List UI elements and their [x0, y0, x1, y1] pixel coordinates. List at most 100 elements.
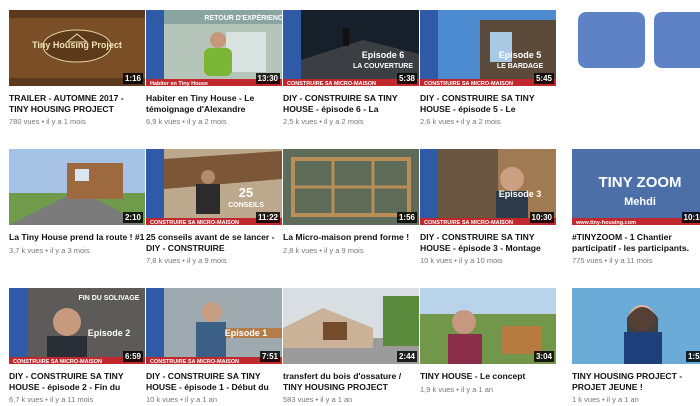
- view-count: 7,8 k vues: [146, 256, 181, 265]
- video-title-link[interactable]: DIY - CONSTRUIRE SA TINY HOUSE - épisode…: [283, 93, 419, 114]
- video-title-link[interactable]: DIY - CONSTRUIRE SA TINY HOUSE - épisode…: [146, 371, 282, 392]
- video-metadata: 1,9 k vues • il y a 1 an: [420, 385, 556, 394]
- view-count: 775 vues: [572, 256, 603, 265]
- thumbnail-overlay-title: Episode 1: [225, 328, 268, 338]
- video-duration: 10:30: [529, 212, 554, 223]
- separator-dot: •: [452, 256, 459, 265]
- video-thumbnail[interactable]: 1:56: [283, 149, 419, 225]
- video-thumbnail[interactable]: 2:44: [283, 288, 419, 364]
- video-title-link[interactable]: DIY - CONSTRUIRE SA TINY HOUSE - épisode…: [420, 232, 556, 253]
- upload-age: il y a 9 mois: [186, 256, 227, 265]
- video-card[interactable]: 2:44 transfert du bois d'ossature / TINY …: [283, 288, 419, 404]
- upload-age: il y a 2 mois: [323, 117, 364, 126]
- video-thumbnail[interactable]: Tiny Housing Project 1:16: [9, 10, 145, 86]
- video-card[interactable]: CONSTRUIRE SA MICRO-MAISON Episode 6 LA CO…: [283, 10, 419, 126]
- view-count: 2,5 k vues: [283, 117, 318, 126]
- upload-age: il y a 1 an: [606, 395, 639, 404]
- thumbnail-overlay-title: TINY ZOOM: [598, 174, 681, 191]
- view-count: 6,7 k vues: [9, 395, 44, 404]
- upload-age: il y a 1 mois: [46, 117, 86, 126]
- video-title-link[interactable]: DIY - CONSTRUIRE SA TINY HOUSE - épisode…: [420, 93, 556, 114]
- channel-band-label: CONSTRUIRE SA MICRO-MAISON: [424, 220, 513, 225]
- video-metadata: 775 vues • il y a 11 mois: [572, 256, 700, 265]
- view-count: 780 vues: [9, 117, 40, 126]
- video-duration: 1:52: [685, 351, 700, 362]
- video-metadata: 7,8 k vues • il y a 9 mois: [146, 256, 282, 265]
- video-thumbnail[interactable]: www.tiny-housing.com TINY ZOOM Mehdi 10:16: [572, 149, 700, 225]
- separator-dot: •: [43, 395, 50, 404]
- video-metadata: 6,9 k vues • il y a 2 mois: [146, 117, 282, 126]
- video-card[interactable]: www.tiny-housing.com TINY ZOOM Mehdi 10:16 #…: [572, 149, 700, 265]
- separator-dot: •: [180, 117, 187, 126]
- video-thumbnail[interactable]: Habiter en Tiny House RETOUR D'EXPÉRIENCE…: [146, 10, 282, 86]
- video-card[interactable]: Habiter en Tiny House RETOUR D'EXPÉRIENCE…: [146, 10, 282, 126]
- video-metadata: 2,5 k vues • il y a 2 mois: [283, 117, 419, 126]
- video-title-link[interactable]: DIY - CONSTRUIRE SA TINY HOUSE - épisode…: [9, 371, 145, 392]
- video-duration: 1:56: [396, 212, 417, 223]
- video-card[interactable]: CONSTRUIRE SA MICRO-MAISON Episode 3 10:30…: [420, 149, 556, 265]
- video-card[interactable]: CONSTRUIRE SA MICRO-MAISON 25 CONSEILS 11:2…: [146, 149, 282, 265]
- video-metadata: 3,7 k vues • il y a 3 mois: [9, 246, 145, 255]
- video-title-link[interactable]: TRAILER - AUTOMNE 2017 - TINY HOUSING PR…: [9, 93, 145, 114]
- upload-age: il y a 2 mois: [186, 117, 227, 126]
- video-metadata: 583 vues • il y a 1 an: [283, 395, 419, 404]
- thumbnail-overlay-title: Tiny Housing Project: [32, 40, 122, 50]
- channel-band-label: CONSTRUIRE SA MICRO-MAISON: [424, 81, 513, 86]
- video-title-link[interactable]: Habiter en Tiny House - Le témoignage d'…: [146, 93, 282, 114]
- video-thumbnail[interactable]: CONSTRUIRE SA MICRO-MAISON Episode 5 LE BA…: [420, 10, 556, 86]
- video-thumbnail[interactable]: CONSTRUIRE SA MICRO-MAISON Episode 2 FIN D…: [9, 288, 145, 364]
- video-card[interactable]: 1:56 La Micro-maison prend forme ! 2,8 k v…: [283, 149, 419, 255]
- video-thumbnail[interactable]: 2:10: [9, 149, 145, 225]
- blue-placeholder-tile[interactable]: [654, 12, 700, 68]
- video-card[interactable]: CONSTRUIRE SA MICRO-MAISON Episode 1 7:51 D…: [146, 288, 282, 404]
- video-card[interactable]: 3:04 TINY HOUSE - Le concept 1,9 k vues • …: [420, 288, 556, 394]
- video-thumbnail[interactable]: 1:52: [572, 288, 700, 364]
- video-title-link[interactable]: La Micro-maison prend forme !: [283, 232, 419, 243]
- video-thumbnail[interactable]: CONSTRUIRE SA MICRO-MAISON Episode 1 7:51: [146, 288, 282, 364]
- video-title-link[interactable]: TINY HOUSING PROJECT - PROJET JEUNE !: [572, 371, 700, 392]
- video-duration: 7:51: [259, 351, 280, 362]
- view-count: 6,9 k vues: [146, 117, 181, 126]
- separator-dot: •: [454, 117, 461, 126]
- video-thumbnail[interactable]: 3:04: [420, 288, 556, 364]
- view-count: 1,9 k vues: [420, 384, 455, 394]
- video-card[interactable]: 2:10 La Tiny House prend la route ! #1 3,7…: [9, 149, 145, 255]
- video-card[interactable]: 1:52 TINY HOUSING PROJECT - PROJET JEUNE …: [572, 288, 700, 404]
- video-duration: 1:16: [122, 73, 143, 84]
- view-count: 1 k vues: [572, 395, 600, 404]
- video-title-link[interactable]: transfert du bois d'ossature / TINY HOUS…: [283, 371, 419, 392]
- video-thumbnail[interactable]: CONSTRUIRE SA MICRO-MAISON Episode 3 10:30: [420, 149, 556, 225]
- video-metadata: 10 k vues • il y a 10 mois: [420, 256, 556, 265]
- video-duration: 5:38: [396, 73, 417, 84]
- video-card[interactable]: CONSTRUIRE SA MICRO-MAISON Episode 5 LE BA…: [420, 10, 556, 126]
- channel-band-label: CONSTRUIRE SA MICRO-MAISON: [287, 81, 376, 86]
- video-duration: 5:45: [533, 73, 554, 84]
- video-title-link[interactable]: #TINYZOOM - 1 Chantier participatif - le…: [572, 232, 700, 253]
- separator-dot: •: [178, 395, 185, 404]
- video-duration: 13:30: [255, 73, 280, 84]
- view-count: 2,8 k vues: [283, 245, 318, 255]
- channel-band-label: CONSTRUIRE SA MICRO-MAISON: [150, 359, 239, 364]
- video-card[interactable]: Tiny Housing Project 1:16 TRAILER - AUTOMN…: [9, 10, 145, 126]
- video-duration: 3:04: [533, 351, 554, 362]
- video-title-link[interactable]: 25 conseils avant de se lancer - DIY - C…: [146, 232, 282, 253]
- separator-dot: •: [454, 384, 461, 394]
- video-duration: 11:22: [255, 212, 280, 223]
- video-grid: Tiny Housing Project 1:16 TRAILER - AUTOMN…: [0, 0, 700, 406]
- upload-age: il y a 3 mois: [49, 245, 90, 255]
- video-thumbnail[interactable]: CONSTRUIRE SA MICRO-MAISON Episode 6 LA CO…: [283, 10, 419, 86]
- video-card[interactable]: CONSTRUIRE SA MICRO-MAISON Episode 2 FIN D…: [9, 288, 145, 404]
- video-title-link[interactable]: La Tiny House prend la route ! #1: [9, 232, 145, 243]
- video-thumbnail[interactable]: CONSTRUIRE SA MICRO-MAISON 25 CONSEILS 11:2…: [146, 149, 282, 225]
- thumbnail-overlay-title: RETOUR D'EXPÉRIENCE: [204, 13, 282, 22]
- video-duration: 10:16: [681, 212, 700, 223]
- thumbnail-overlay-subtitle: FIN DU SOLIVAGE: [79, 295, 140, 302]
- upload-age: il y a 1 an: [184, 395, 218, 404]
- upload-age: il y a 2 mois: [460, 117, 501, 126]
- blue-placeholder-tile[interactable]: [578, 12, 645, 68]
- video-title-link[interactable]: TINY HOUSE - Le concept: [420, 371, 556, 382]
- thumbnail-overlay-subtitle: LA COUVERTURE: [353, 63, 413, 70]
- channel-band-label: www.tiny-housing.com: [575, 220, 636, 225]
- upload-age: il y a 11 mois: [609, 256, 653, 265]
- video-metadata: 2,6 k vues • il y a 2 mois: [420, 117, 556, 126]
